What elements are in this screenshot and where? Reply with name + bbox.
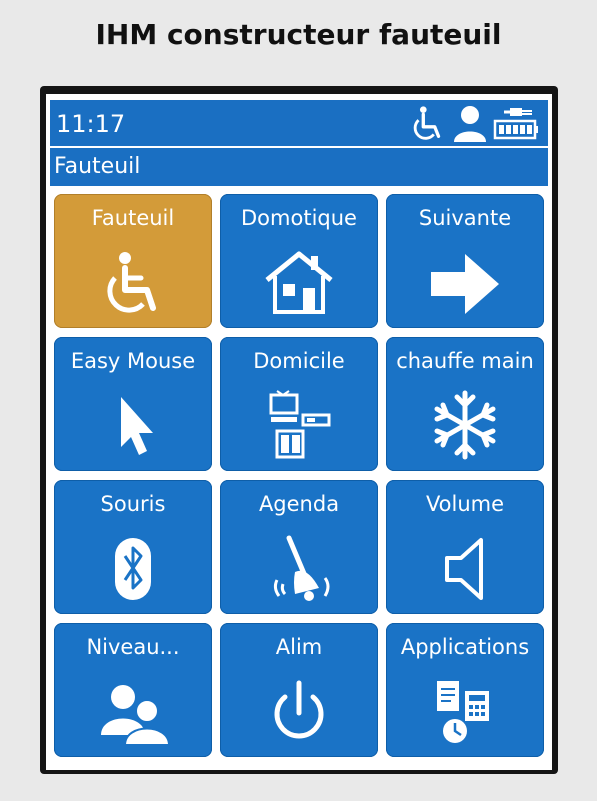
tile-easy-mouse[interactable]: Easy Mouse: [54, 337, 212, 471]
tile-fauteuil[interactable]: Fauteuil: [54, 194, 212, 328]
snowflake-icon: [425, 385, 505, 465]
tile-label: Volume: [425, 492, 505, 516]
tile-label: Applications: [400, 635, 530, 659]
tile-label: Niveau...: [86, 635, 180, 659]
tile-suivante[interactable]: Suivante: [386, 194, 544, 328]
users-icon: [93, 671, 173, 751]
tile-label: Alim: [275, 635, 323, 659]
tile-souris[interactable]: Souris: [54, 480, 212, 614]
tile-label: Domicile: [253, 349, 345, 373]
tile-label: Domotique: [241, 206, 357, 230]
cursor-icon: [93, 385, 173, 465]
status-bar: 11:17: [50, 100, 548, 148]
tile-volume[interactable]: Volume: [386, 480, 544, 614]
title-bar: Fauteuil: [50, 148, 548, 186]
clock: 11:17: [56, 110, 126, 138]
tile-applications[interactable]: Applications: [386, 623, 544, 757]
power-icon: [259, 671, 339, 751]
user-icon: [452, 104, 488, 147]
house-icon: [259, 242, 339, 322]
device-screen: 11:17 Fauteuil Fauteuil Domotique Suivan…: [46, 94, 552, 770]
tile-label: Souris: [100, 492, 166, 516]
status-icons: [410, 104, 540, 147]
tile-chauffe-main[interactable]: chauffe main: [386, 337, 544, 471]
speaker-icon: [425, 528, 505, 608]
tile-agenda[interactable]: Agenda: [220, 480, 378, 614]
menu-grid: Fauteuil Domotique Suivante Easy Mouse D…: [54, 194, 544, 758]
tile-label: Agenda: [258, 492, 340, 516]
wheelchair-icon: [410, 104, 448, 147]
bell-icon: [259, 528, 339, 608]
tile-label: chauffe main: [396, 349, 534, 373]
tile-niveau[interactable]: Niveau...: [54, 623, 212, 757]
tile-label: Suivante: [418, 206, 512, 230]
tile-domicile[interactable]: Domicile: [220, 337, 378, 471]
tile-domotique[interactable]: Domotique: [220, 194, 378, 328]
page-title: Fauteuil: [54, 154, 141, 179]
apps-icon: [425, 671, 505, 751]
battery-plug-icon: [492, 104, 540, 147]
tile-label: Fauteuil: [91, 206, 175, 230]
tile-alim[interactable]: Alim: [220, 623, 378, 757]
arrow-right-icon: [425, 242, 505, 322]
devices-icon: [259, 385, 339, 465]
tile-label: Easy Mouse: [70, 349, 196, 373]
bluetooth-icon: [93, 528, 173, 608]
wheelchair-icon: [93, 242, 173, 322]
page-caption: IHM constructeur fauteuil: [95, 18, 502, 51]
